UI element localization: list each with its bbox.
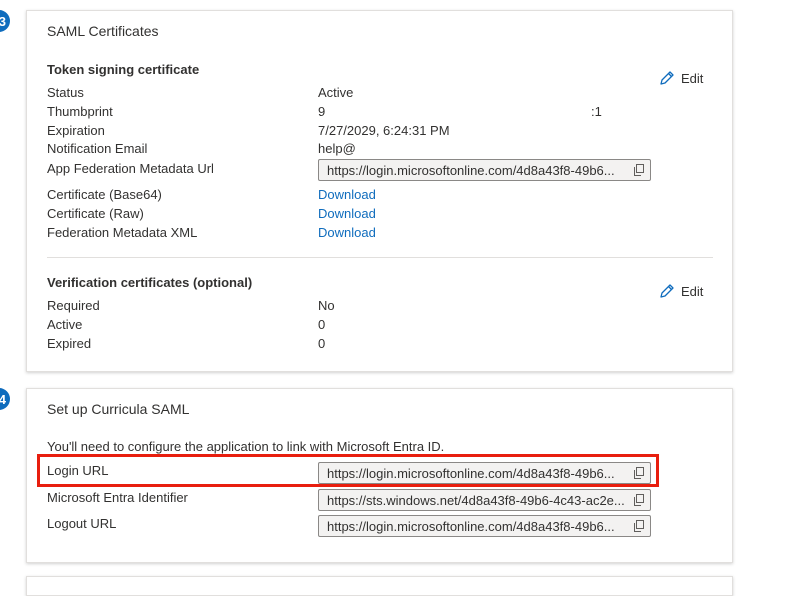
thumbprint-value-start: 9 (318, 104, 326, 119)
notification-email-label: Notification Email (47, 141, 148, 156)
certificate-raw-download-link[interactable]: Download (318, 206, 376, 221)
federation-metadata-xml-label: Federation Metadata XML (47, 225, 198, 240)
login-url-label: Login URL (47, 463, 109, 478)
active-label: Active (47, 317, 83, 332)
setup-saml-card: Set up Curricula SAML You'll need to con… (26, 388, 733, 563)
pencil-icon (660, 284, 674, 298)
active-value: 0 (318, 317, 326, 332)
required-label: Required (47, 298, 100, 313)
login-url-field[interactable]: https://login.microsoftonline.com/4d8a43… (318, 462, 651, 484)
metadata-url-text: https://login.microsoftonline.com/4d8a43… (327, 162, 615, 178)
setup-description: You'll need to configure the application… (47, 439, 445, 454)
saml-certificates-title: SAML Certificates (47, 23, 159, 39)
setup-saml-title: Set up Curricula SAML (47, 401, 190, 417)
edit-label: Edit (681, 70, 704, 86)
verification-certificates-heading: Verification certificates (optional) (47, 275, 253, 290)
thumbprint-value-end: :1 (591, 104, 602, 119)
required-value: No (318, 298, 335, 313)
entra-identifier-label: Microsoft Entra Identifier (47, 490, 188, 505)
copy-icon[interactable] (628, 463, 650, 483)
expiration-label: Expiration (47, 123, 105, 138)
status-value: Active (318, 85, 354, 100)
token-signing-heading: Token signing certificate (47, 62, 200, 77)
copy-icon[interactable] (628, 160, 650, 180)
step-3-badge: 3 (0, 10, 10, 32)
certificate-base64-label: Certificate (Base64) (47, 187, 162, 202)
thumbprint-label: Thumbprint (47, 104, 113, 119)
entra-identifier-field[interactable]: https://sts.windows.net/4d8a43f8-49b6-4c… (318, 489, 651, 511)
expired-label: Expired (47, 336, 92, 351)
expired-value: 0 (318, 336, 326, 351)
copy-icon[interactable] (628, 516, 650, 536)
edit-label: Edit (681, 283, 704, 299)
pencil-icon (660, 71, 674, 85)
federation-metadata-xml-download-link[interactable]: Download (318, 225, 376, 240)
saml-certificates-card: SAML Certificates Token signing certific… (26, 10, 733, 372)
login-url-text: https://login.microsoftonline.com/4d8a43… (327, 465, 615, 481)
status-label: Status (47, 85, 84, 100)
certificate-base64-download-link[interactable]: Download (318, 187, 376, 202)
metadata-url-label: App Federation Metadata Url (47, 161, 214, 176)
logout-url-label: Logout URL (47, 516, 117, 531)
certificate-raw-label: Certificate (Raw) (47, 206, 144, 221)
entra-identifier-text: https://sts.windows.net/4d8a43f8-49b6-4c… (327, 492, 625, 508)
notification-email-value: help@ (318, 141, 356, 156)
verification-edit-button[interactable]: Edit (659, 283, 703, 299)
logout-url-text: https://login.microsoftonline.com/4d8a43… (327, 518, 615, 534)
section-divider (47, 257, 713, 258)
step-4-badge: 4 (0, 388, 10, 410)
next-card-edge (26, 576, 733, 596)
metadata-url-field[interactable]: https://login.microsoftonline.com/4d8a43… (318, 159, 651, 181)
copy-icon[interactable] (628, 490, 650, 510)
logout-url-field[interactable]: https://login.microsoftonline.com/4d8a43… (318, 515, 651, 537)
token-signing-edit-button[interactable]: Edit (659, 70, 703, 86)
expiration-value: 7/27/2029, 6:24:31 PM (318, 123, 450, 138)
